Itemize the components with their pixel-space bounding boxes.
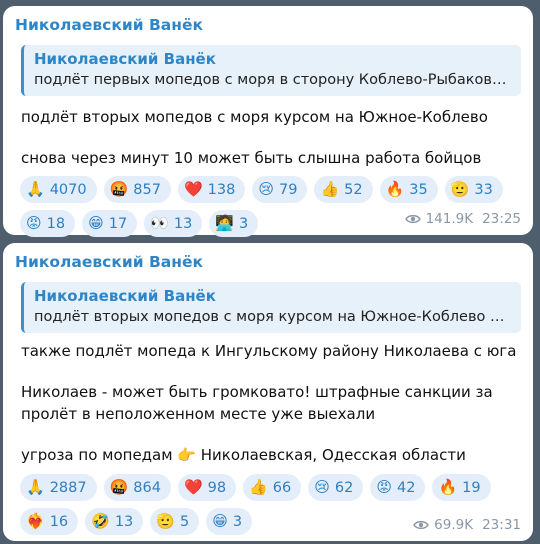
reaction-count: 62 (334, 479, 354, 496)
views-count: 69.9K (434, 517, 474, 533)
rolling-laughing-icon: 🤣 (91, 512, 110, 530)
reaction-count: 42 (396, 479, 416, 496)
views-eye-icon (413, 520, 430, 530)
heart-on-fire-icon: ❤️‍🔥 (26, 512, 45, 530)
reaction-button[interactable]: 😁 3 (206, 508, 253, 535)
saluting-face-icon: 🫡 (156, 512, 175, 530)
reaction-count: 13 (173, 215, 193, 232)
message-paragraph: подлёт вторых мопедов с моря курсом на Ю… (21, 108, 488, 126)
reaction-button[interactable]: 👍 66 (243, 474, 302, 501)
reaction-button[interactable]: 😡 18 (20, 210, 76, 237)
message-time: 23:31 (482, 517, 521, 533)
reaction-button[interactable]: 👀 13 (144, 210, 203, 237)
reactions: 🙏 4070 🤬 857 ❤️ 138 😢 79 👍 52 🔥 35 🫡 33 😡 18 😁 17 👀 13 🧑‍💻 3 (20, 176, 521, 244)
message-paragraph: снова через минут 10 может быть слышна р… (21, 149, 482, 167)
reaction-count: 18 (46, 215, 66, 232)
reply-quote[interactable]: Николаевский Ванёк подлёт вторых мопедов… (21, 282, 521, 333)
reaction-count: 3 (239, 215, 249, 232)
message-paragraph: угроза по мопедам 👉 Николаевская, Одесск… (21, 446, 466, 464)
saluting-face-icon: 🫡 (450, 180, 470, 198)
technologist-icon: 🧑‍💻 (215, 214, 235, 232)
reaction-count: 35 (409, 181, 428, 198)
pray-icon: 🙏 (26, 180, 45, 198)
thumbs-up-icon: 👍 (249, 478, 268, 496)
message-author[interactable]: Николаевский Ванёк (15, 14, 521, 36)
quote-text: подлёт вторых мопедов с моря курсом на Ю… (34, 309, 511, 325)
reaction-button[interactable]: 👍 52 (314, 176, 373, 203)
reaction-count: 19 (462, 479, 481, 496)
reaction-count: 17 (108, 215, 128, 232)
quote-author: Николаевский Ванёк (34, 50, 216, 68)
reaction-button[interactable]: 🔥 35 (379, 176, 438, 203)
reaction-button[interactable]: 🤬 857 (103, 176, 171, 203)
reaction-button[interactable]: 🤣 13 (85, 508, 144, 535)
message-paragraph: Николаев - может быть громковато! штрафн… (21, 383, 493, 423)
reaction-button[interactable]: 🧑‍💻 3 (209, 210, 259, 237)
fire-icon: 🔥 (438, 478, 458, 496)
quote-author: Николаевский Ванёк (34, 287, 216, 305)
message-time: 23:25 (482, 211, 521, 227)
quote-text: подлёт первых мопедов с моря в сторону К… (34, 72, 511, 88)
reaction-button[interactable]: 😢 79 (252, 176, 308, 203)
channel-message[interactable]: Николаевский Ванёк Николаевский Ванёк по… (3, 243, 533, 541)
reaction-button[interactable]: 🔥 19 (432, 474, 491, 501)
views-count: 141.9K (425, 211, 474, 227)
reaction-button[interactable]: 🫡 33 (444, 176, 503, 203)
reaction-button[interactable]: 😢 62 (308, 474, 364, 501)
reaction-count: 52 (344, 181, 363, 198)
reply-quote[interactable]: Николаевский Ванёк подлёт первых мопедов… (21, 45, 521, 96)
reaction-count: 13 (114, 513, 134, 530)
reaction-button[interactable]: ❤️ 138 (177, 176, 246, 203)
reaction-count: 864 (133, 479, 161, 496)
message-text: также подлёт мопеда к Ингульскому району… (21, 340, 517, 466)
pray-icon: 🙏 (26, 478, 45, 496)
reaction-button[interactable]: 🫡 5 (150, 508, 200, 535)
cursing-face-icon: 🤬 (109, 180, 129, 198)
eyes-icon: 👀 (150, 214, 169, 232)
message-author[interactable]: Николаевский Ванёк (15, 251, 521, 273)
reaction-button[interactable]: 🙏 2887 (20, 474, 97, 501)
reaction-count: 33 (474, 181, 493, 198)
reaction-button[interactable]: 🙏 4070 (20, 176, 97, 203)
heart-icon: ❤️ (183, 478, 203, 496)
reaction-count: 79 (278, 181, 298, 198)
reaction-count: 16 (49, 513, 69, 530)
message-text: подлёт вторых мопедов с моря курсом на Ю… (21, 106, 517, 169)
grinning-face-icon: 😁 (212, 512, 228, 530)
reaction-count: 5 (179, 513, 190, 530)
crying-face-icon: 😢 (258, 180, 274, 198)
channel-message[interactable]: Николаевский Ванёк Николаевский Ванёк по… (3, 6, 533, 237)
reaction-count: 66 (272, 479, 292, 496)
thumbs-up-icon: 👍 (320, 180, 340, 198)
message-paragraph: также подлёт мопеда к Ингульскому району… (21, 342, 517, 360)
reaction-button[interactable]: 😁 17 (82, 210, 138, 237)
crying-face-icon: 😢 (314, 478, 330, 496)
grinning-face-icon: 😁 (88, 214, 104, 232)
message-meta: 69.9K 23:31 (413, 517, 521, 533)
reaction-count: 857 (133, 181, 161, 198)
fire-icon: 🔥 (385, 180, 405, 198)
reaction-button[interactable]: ❤️ 98 (177, 474, 237, 501)
reaction-button[interactable]: 🤬 864 (103, 474, 171, 501)
reaction-count: 2887 (49, 479, 87, 496)
reaction-count: 98 (207, 479, 227, 496)
reaction-count: 3 (232, 513, 243, 530)
heart-icon: ❤️ (183, 180, 203, 198)
reaction-count: 138 (207, 181, 236, 198)
angry-face-icon: 😡 (376, 478, 392, 496)
cursing-face-icon: 🤬 (109, 478, 129, 496)
reaction-button[interactable]: ❤️‍🔥 16 (20, 508, 79, 535)
reaction-count: 4070 (49, 181, 87, 198)
views-eye-icon (404, 214, 421, 224)
reaction-button[interactable]: 😡 42 (370, 474, 426, 501)
angry-face-icon: 😡 (26, 214, 42, 232)
message-meta: 141.9K 23:25 (404, 211, 521, 227)
